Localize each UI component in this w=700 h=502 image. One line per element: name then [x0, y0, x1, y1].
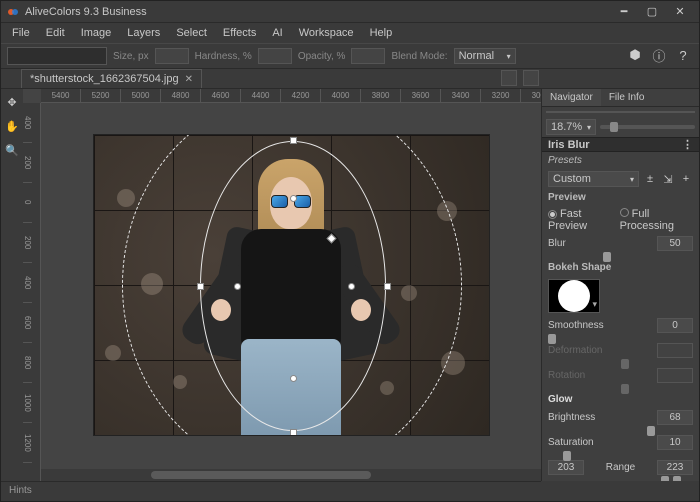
title-bar: AliveColors 9.3 Business ━ ▢ ✕	[1, 1, 699, 23]
right-panel: Navigator File Info 18.7%▾ Iris Blur ⋮ P…	[541, 89, 699, 481]
range-high-value[interactable]: 223	[657, 460, 693, 475]
fast-preview-radio[interactable]: Fast Preview	[548, 208, 612, 232]
blendmode-select[interactable]: Normal▾	[454, 48, 516, 64]
app-logo-icon	[7, 6, 19, 18]
zoom-value[interactable]: 18.7%▾	[546, 119, 596, 135]
hand-tool-icon[interactable]: ✋	[3, 117, 21, 135]
view-mode-button-2[interactable]	[523, 70, 539, 86]
size-input[interactable]	[155, 48, 189, 64]
preset-import-icon[interactable]: ⇲	[661, 172, 675, 186]
glow-label: Glow	[542, 391, 699, 408]
hints-bar: Hints	[1, 481, 541, 501]
menu-image[interactable]: Image	[74, 25, 119, 41]
iris-handle-right[interactable]	[384, 283, 391, 290]
smoothness-value[interactable]: 0	[657, 318, 693, 333]
minimize-button[interactable]: ━	[611, 2, 637, 22]
blur-value[interactable]: 50	[657, 236, 693, 251]
rotation-value	[657, 368, 693, 383]
iris-feather-bottom[interactable]	[290, 375, 297, 382]
deformation-value	[657, 343, 693, 358]
iris-feather-top[interactable]	[290, 195, 297, 202]
menu-ai[interactable]: AI	[265, 25, 289, 41]
document-tab-label: *shutterstock_1662367504.jpg	[30, 73, 179, 85]
document-tab[interactable]: *shutterstock_1662367504.jpg ✕	[21, 69, 202, 88]
maximize-button[interactable]: ▢	[639, 2, 665, 22]
tab-navigator[interactable]: Navigator	[542, 89, 601, 106]
hardness-input[interactable]	[258, 48, 292, 64]
iris-handle-top[interactable]	[290, 137, 297, 144]
iris-handle-bottom[interactable]	[290, 429, 297, 435]
ruler-horizontal: 5400520050004800460044004200400038003600…	[41, 89, 541, 103]
menu-bar: File Edit Image Layers Select Effects AI…	[1, 23, 699, 43]
saturation-value[interactable]: 10	[657, 435, 693, 450]
range-label: Range	[590, 462, 651, 473]
tab-file-info[interactable]: File Info	[601, 89, 653, 106]
menu-layers[interactable]: Layers	[120, 25, 167, 41]
move-tool-icon[interactable]: ✥	[3, 93, 21, 111]
opacity-input[interactable]	[351, 48, 385, 64]
zoom-slider[interactable]	[600, 125, 695, 129]
full-processing-radio[interactable]: Full Processing	[620, 208, 693, 232]
bokeh-shape-label: Bokeh Shape	[542, 259, 699, 276]
horizontal-scrollbar[interactable]	[41, 469, 541, 481]
opacity-label: Opacity, %	[298, 51, 346, 62]
help-icon[interactable]: ?	[675, 47, 691, 63]
canvas-stage[interactable]	[41, 103, 541, 467]
hardness-label: Hardness, %	[195, 51, 252, 62]
close-button[interactable]: ✕	[667, 2, 693, 22]
tool-strip: ✥ ✋ 🔍	[1, 89, 23, 481]
options-bar: Size, px Hardness, % Opacity, % Blend Mo…	[1, 43, 699, 69]
saturation-label: Saturation	[548, 437, 651, 448]
blendmode-label: Blend Mode:	[391, 51, 447, 62]
iris-blur-header: Iris Blur ⋮	[542, 137, 699, 152]
close-tab-icon[interactable]: ✕	[185, 74, 193, 85]
app-title: AliveColors 9.3 Business	[25, 6, 611, 18]
range-low-value[interactable]: 203	[548, 460, 584, 475]
panel-menu-icon[interactable]: ⋮	[682, 138, 693, 151]
deformation-label: Deformation	[548, 345, 651, 356]
menu-edit[interactable]: Edit	[39, 25, 72, 41]
iris-feather-left[interactable]	[234, 283, 241, 290]
photo-preview	[94, 135, 489, 435]
size-label: Size, px	[113, 51, 149, 62]
preset-add-icon[interactable]: +	[679, 172, 693, 186]
zoom-tool-icon[interactable]: 🔍	[3, 141, 21, 159]
brightness-label: Brightness	[548, 412, 651, 423]
ruler-vertical: 400200020040060080010001200	[23, 103, 41, 481]
rotation-label: Rotation	[548, 370, 651, 381]
menu-select[interactable]: Select	[169, 25, 214, 41]
brightness-value[interactable]: 68	[657, 410, 693, 425]
bokeh-shape-preview[interactable]: ▾	[548, 279, 600, 313]
blur-label: Blur	[548, 238, 651, 249]
view-mode-button-1[interactable]	[501, 70, 517, 86]
presets-label: Presets	[542, 152, 699, 169]
smoothness-label: Smoothness	[548, 320, 651, 331]
tool-preset-dropdown[interactable]	[7, 47, 107, 65]
menu-file[interactable]: File	[5, 25, 37, 41]
document-tab-bar: *shutterstock_1662367504.jpg ✕	[1, 69, 699, 89]
menu-help[interactable]: Help	[363, 25, 400, 41]
info-icon[interactable]: ⓘ	[651, 47, 667, 63]
navigator-thumbnail[interactable]	[546, 111, 695, 113]
menu-effects[interactable]: Effects	[216, 25, 263, 41]
menu-workspace[interactable]: Workspace	[292, 25, 361, 41]
notification-icon[interactable]: ⬢	[627, 47, 643, 63]
preview-label: Preview	[542, 189, 699, 206]
canvas-area: 5400520050004800460044004200400038003600…	[23, 89, 541, 481]
iris-feather-right[interactable]	[348, 283, 355, 290]
iris-handle-left[interactable]	[197, 283, 204, 290]
preset-select[interactable]: Custom▾	[548, 171, 639, 187]
preset-save-icon[interactable]: ±	[643, 172, 657, 186]
